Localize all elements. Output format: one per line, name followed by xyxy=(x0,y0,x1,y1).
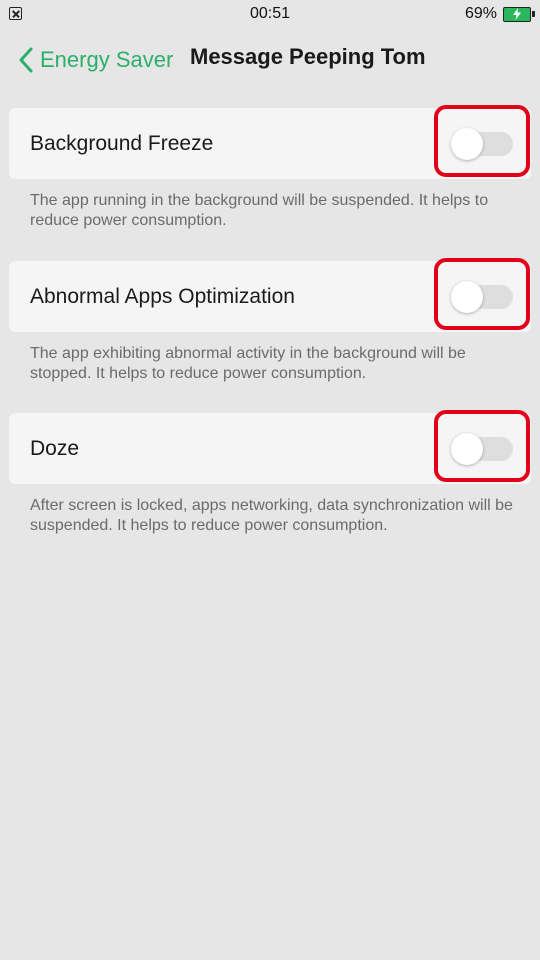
battery-charging-icon xyxy=(503,7,535,22)
back-button[interactable]: Energy Saver xyxy=(14,40,173,80)
abnormal-apps-optimization-toggle[interactable] xyxy=(451,281,513,313)
background-freeze-toggle[interactable] xyxy=(451,128,513,160)
setting-description: After screen is locked, apps networking,… xyxy=(30,497,513,534)
battery-percent: 69% xyxy=(464,5,497,22)
setting-description: The app exhibiting abnormal activity in … xyxy=(30,345,466,382)
doze-toggle[interactable] xyxy=(451,433,513,465)
toggle-knob xyxy=(451,128,483,160)
status-bar: 00:51 69% xyxy=(0,0,540,30)
toggle-knob xyxy=(451,433,483,465)
header: Energy Saver Message Peeping Tom xyxy=(0,30,540,90)
status-time: 00:51 xyxy=(249,5,291,22)
page-title: Message Peeping Tom xyxy=(190,44,426,69)
setting-doze: Doze xyxy=(9,410,531,484)
setting-background-freeze: Background Freeze xyxy=(9,105,531,179)
back-label: Energy Saver xyxy=(40,47,174,72)
setting-abnormal-apps-optimization: Abnormal Apps Optimization xyxy=(9,258,531,332)
setting-description: The app running in the background will b… xyxy=(30,192,489,229)
toggle-knob xyxy=(451,281,483,313)
setting-label: Abnormal Apps Optimization xyxy=(30,285,295,308)
chevron-left-icon xyxy=(14,40,38,80)
setting-label: Doze xyxy=(30,437,80,460)
setting-label: Background Freeze xyxy=(30,132,214,155)
